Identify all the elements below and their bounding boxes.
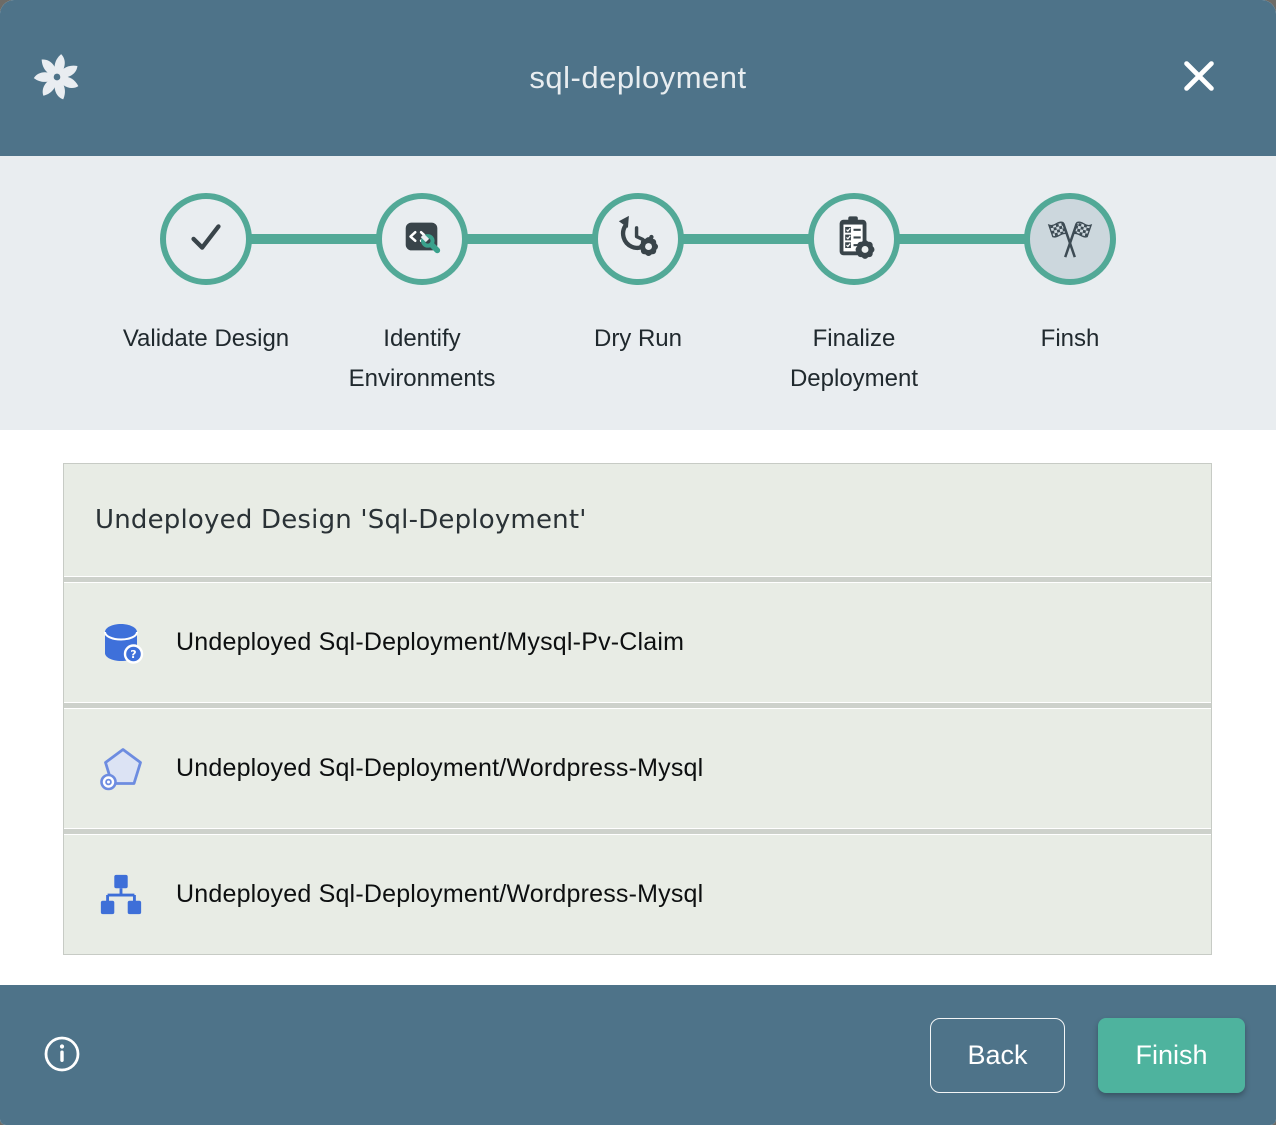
result-row: ? Undeployed Sql-Deployment/Mysql-Pv-Cla… — [64, 583, 1211, 702]
step-identify-environments[interactable]: Identify Environments — [314, 193, 530, 399]
deployment-results-panel: Undeployed Design 'Sql-Deployment' ? Und… — [63, 463, 1212, 955]
result-row: Undeployed Sql-Deployment/Wordpress-Mysq… — [64, 835, 1211, 954]
step-label: Identify Environments — [314, 319, 530, 399]
result-row-text: Undeployed Sql-Deployment/Wordpress-Mysq… — [176, 880, 703, 909]
step-circle — [592, 193, 684, 285]
result-row-text: Undeployed Sql-Deployment/Mysql-Pv-Claim — [176, 628, 684, 657]
results-title: Undeployed Design 'Sql-Deployment' — [95, 505, 587, 535]
dry-run-icon — [615, 214, 661, 265]
meshery-logo-icon — [30, 50, 84, 104]
dialog-footer: Back Finish — [0, 985, 1276, 1125]
hierarchy-icon — [97, 871, 145, 919]
footer-actions: Back Finish — [930, 1018, 1245, 1093]
step-circle — [1024, 193, 1116, 285]
dialog-title: sql-deployment — [0, 60, 1276, 96]
close-icon — [1178, 55, 1220, 100]
deployment-wizard-dialog: sql-deployment Validate Desi — [0, 0, 1276, 1125]
code-config-icon — [399, 214, 445, 265]
step-label: Dry Run — [594, 319, 682, 359]
step-validate-design[interactable]: Validate Design — [98, 193, 314, 399]
pentagon-icon — [97, 745, 145, 793]
results-header-row: Undeployed Design 'Sql-Deployment' — [64, 464, 1211, 576]
database-question-icon: ? — [97, 619, 145, 667]
results-content: Undeployed Design 'Sql-Deployment' ? Und… — [0, 430, 1276, 985]
close-button[interactable] — [1176, 54, 1222, 100]
deployment-stepper: Validate Design — [0, 156, 1276, 430]
step-circle — [808, 193, 900, 285]
step-finalize-deployment[interactable]: Finalize Deployment — [746, 193, 962, 399]
result-row-text: Undeployed Sql-Deployment/Wordpress-Mysq… — [176, 754, 703, 783]
step-circle — [376, 193, 468, 285]
row-divider — [64, 576, 1211, 583]
back-button[interactable]: Back — [930, 1018, 1065, 1093]
step-label: Finsh — [1041, 319, 1100, 359]
step-finish[interactable]: Finsh — [962, 193, 1178, 399]
finish-button[interactable]: Finish — [1098, 1018, 1245, 1093]
clipboard-gear-icon — [831, 214, 877, 265]
dialog-header: sql-deployment — [0, 0, 1276, 156]
svg-text:?: ? — [130, 648, 136, 661]
row-divider — [64, 702, 1211, 709]
checkered-flags-icon — [1047, 214, 1093, 265]
step-circle — [160, 193, 252, 285]
result-row: Undeployed Sql-Deployment/Wordpress-Mysq… — [64, 709, 1211, 828]
info-button[interactable] — [40, 1033, 84, 1077]
row-divider — [64, 828, 1211, 835]
step-dry-run[interactable]: Dry Run — [530, 193, 746, 399]
info-icon — [42, 1034, 82, 1077]
step-label: Finalize Deployment — [746, 319, 962, 399]
step-label: Validate Design — [123, 319, 289, 359]
check-icon — [183, 214, 229, 265]
